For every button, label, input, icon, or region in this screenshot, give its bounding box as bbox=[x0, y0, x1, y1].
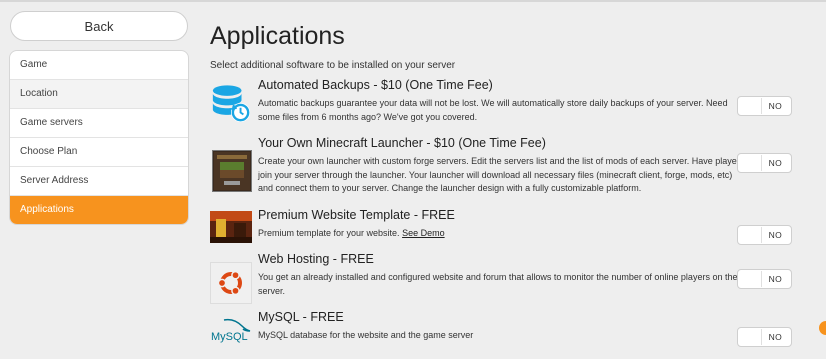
toggle-knob bbox=[739, 155, 762, 171]
website-template-toggle[interactable]: NO bbox=[737, 225, 792, 245]
item-title: MySQL - FREE bbox=[258, 310, 344, 324]
minecraft-launcher-toggle[interactable]: NO bbox=[737, 153, 792, 173]
top-border bbox=[0, 0, 826, 2]
automated-backups-toggle[interactable]: NO bbox=[737, 96, 792, 116]
page-subtitle: Select additional software to be install… bbox=[210, 60, 456, 71]
app-item-mysql: MySQL MySQL - FREE MySQL database for th… bbox=[210, 310, 800, 352]
app-item-premium-website-template: Premium Website Template - FREE Premium … bbox=[210, 208, 800, 248]
item-title: Automated Backups - $10 (One Time Fee) bbox=[258, 78, 493, 92]
step-game[interactable]: Game bbox=[10, 51, 188, 80]
step-applications[interactable]: Applications bbox=[10, 196, 188, 224]
step-game-servers[interactable]: Game servers bbox=[10, 109, 188, 138]
item-description: Premium template for your website. See D… bbox=[258, 227, 748, 241]
toggle-label: NO bbox=[768, 158, 782, 168]
app-item-automated-backups: Automated Backups - $10 (One Time Fee) A… bbox=[210, 78, 800, 128]
toggle-knob bbox=[739, 329, 762, 345]
back-button[interactable]: Back bbox=[10, 11, 188, 41]
step-choose-plan[interactable]: Choose Plan bbox=[10, 138, 188, 167]
chat-widget-button[interactable] bbox=[819, 321, 826, 335]
app-item-web-hosting: Web Hosting - FREE You get an already in… bbox=[210, 252, 800, 304]
website-template-thumbnail bbox=[210, 211, 252, 243]
wizard-steps-nav: Game Location Game servers Choose Plan S… bbox=[9, 50, 189, 225]
minecraft-launcher-icon bbox=[212, 150, 252, 192]
toggle-knob bbox=[739, 98, 762, 114]
toggle-label: NO bbox=[768, 230, 782, 240]
app-item-minecraft-launcher: Your Own Minecraft Launcher - $10 (One T… bbox=[210, 136, 800, 202]
mysql-toggle[interactable]: NO bbox=[737, 327, 792, 347]
item-description: Create your own launcher with custom for… bbox=[258, 156, 745, 193]
toggle-knob bbox=[739, 271, 762, 287]
item-description: You get an already installed and configu… bbox=[258, 272, 738, 296]
page-title: Applications bbox=[210, 22, 345, 50]
item-description-text: Premium template for your website. bbox=[258, 228, 400, 238]
mysql-logo: MySQL bbox=[210, 314, 252, 348]
toggle-label: NO bbox=[768, 332, 782, 342]
item-description: MySQL database for the website and the g… bbox=[258, 330, 474, 340]
ubuntu-icon bbox=[210, 262, 252, 304]
item-title: Your Own Minecraft Launcher - $10 (One T… bbox=[258, 136, 546, 150]
item-title: Premium Website Template - FREE bbox=[258, 208, 455, 222]
toggle-label: NO bbox=[768, 274, 782, 284]
toggle-knob bbox=[739, 227, 762, 243]
database-backup-icon bbox=[210, 82, 252, 124]
web-hosting-toggle[interactable]: NO bbox=[737, 269, 792, 289]
see-demo-link[interactable]: See Demo bbox=[402, 228, 445, 238]
item-description: Automatic backups guarantee your data wi… bbox=[258, 98, 728, 122]
toggle-label: NO bbox=[768, 101, 782, 111]
mysql-logo-text: MySQL bbox=[211, 331, 248, 343]
item-title: Web Hosting - FREE bbox=[258, 252, 374, 266]
step-server-address[interactable]: Server Address bbox=[10, 167, 188, 196]
step-location[interactable]: Location bbox=[10, 80, 188, 109]
